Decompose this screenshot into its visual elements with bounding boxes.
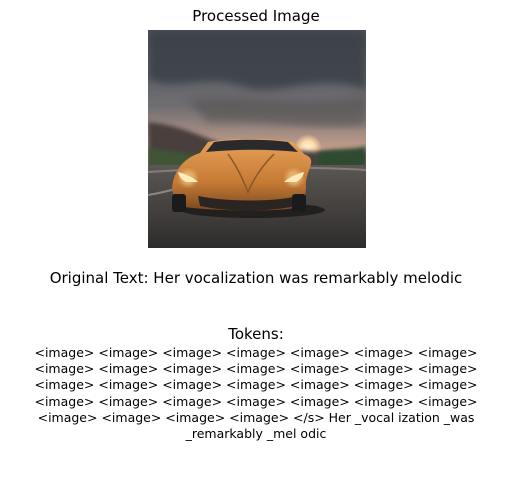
token-line: <image> <image> <image> <image> <image> … — [34, 345, 478, 360]
token-line: <image> <image> <image> <image> <image> … — [34, 393, 478, 409]
processed-image — [148, 30, 366, 248]
token-line: _remarkably _mel odic — [185, 426, 327, 442]
tokens-list: <image> <image> <image> <image> <image> … — [0, 345, 512, 442]
image-title: Processed Image — [192, 7, 320, 25]
token-line: <image> <image> <image> <image> <image> … — [34, 361, 478, 377]
original-text: Original Text: Her vocalization was rema… — [49, 269, 463, 287]
token-line: <image> <image> <image> <image> <image> … — [34, 377, 478, 393]
tokens-title: Tokens: — [228, 325, 284, 343]
token-line: <image> <image> <image> <image> </s> Her… — [37, 409, 475, 425]
